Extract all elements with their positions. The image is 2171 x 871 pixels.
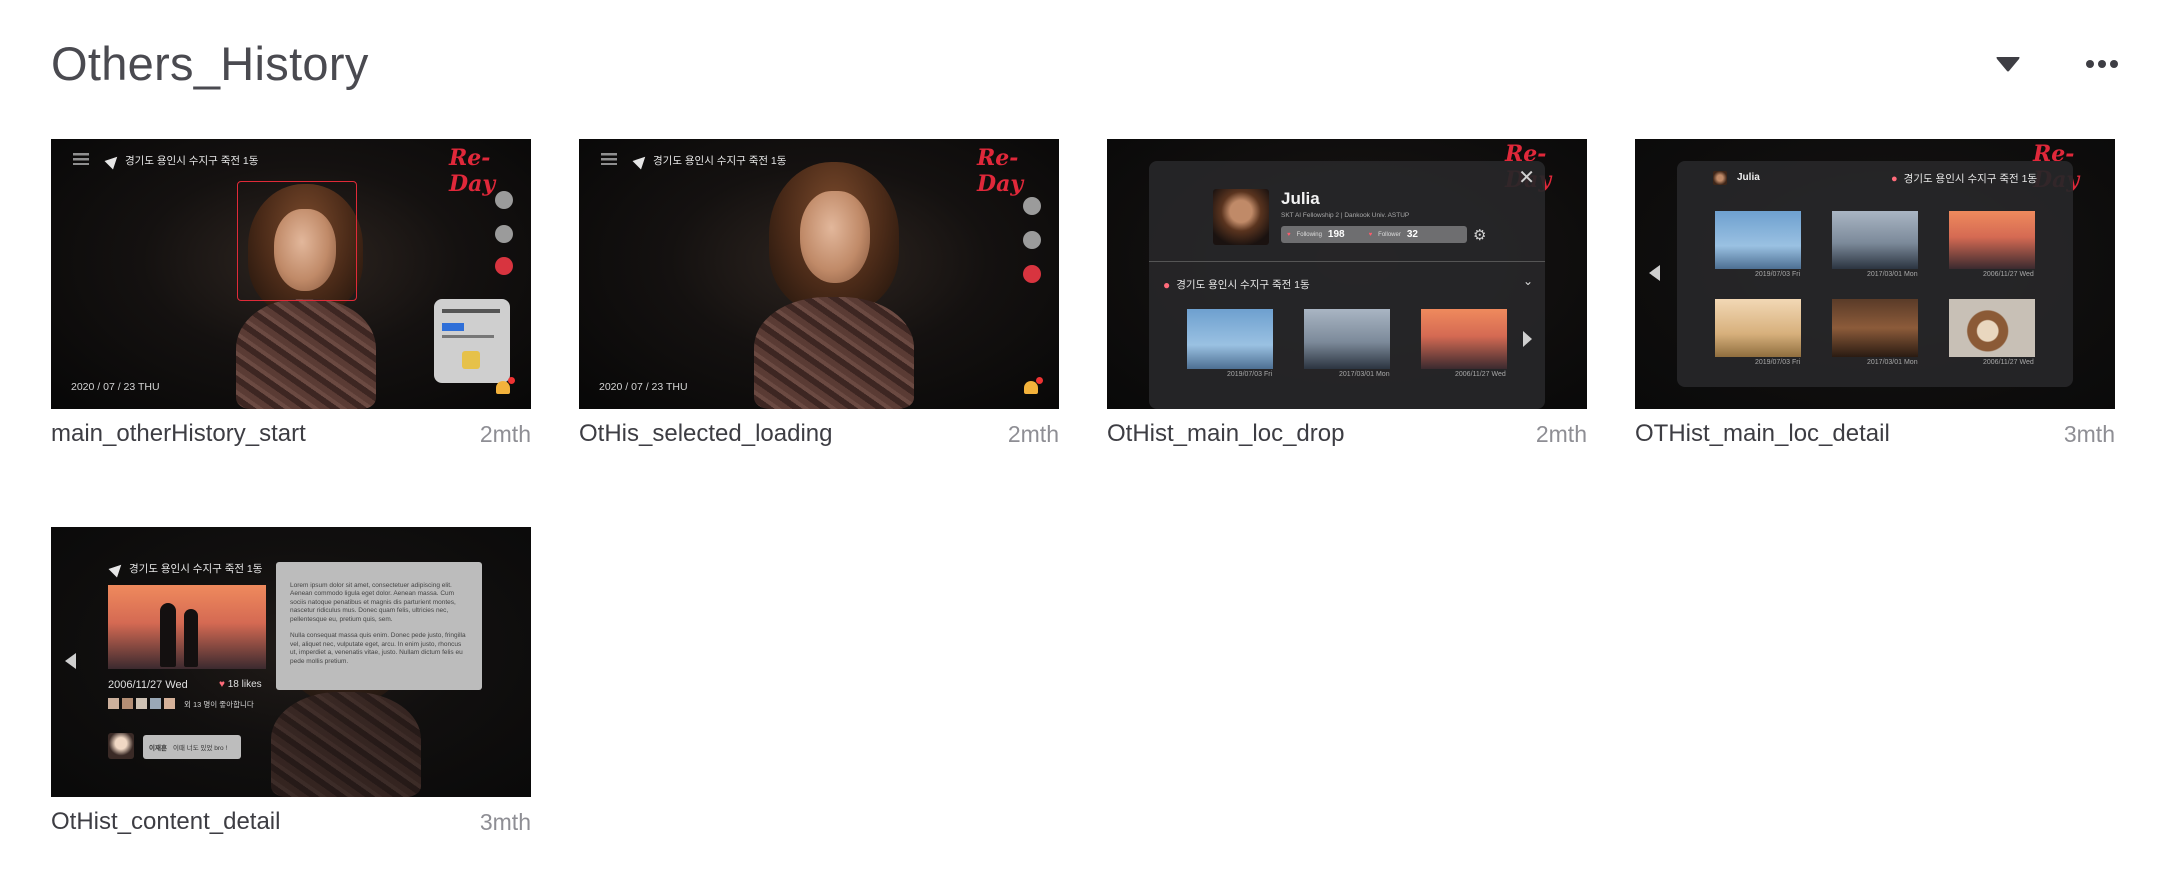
history-photo[interactable] bbox=[1304, 309, 1390, 369]
bell-icon bbox=[1024, 381, 1038, 394]
brand-logo: Re-Day bbox=[977, 145, 1024, 197]
caret-down-button[interactable] bbox=[1988, 44, 2028, 84]
notification-popup bbox=[434, 299, 510, 383]
profile-subtitle: SKT AI Fellowship 2 | Dankook Univ. ASTU… bbox=[1281, 212, 1410, 219]
commenter-avatar bbox=[108, 733, 134, 759]
date-label: 2020 / 07 / 23 THU bbox=[71, 381, 160, 393]
caret-down-icon bbox=[1996, 57, 2020, 72]
map-pin-icon: ● bbox=[1163, 277, 1171, 292]
chat-icon bbox=[1023, 231, 1041, 249]
liker-avatars bbox=[108, 698, 175, 709]
user-name: Julia bbox=[1737, 172, 1760, 183]
navigation-arrow-icon bbox=[108, 560, 126, 577]
history-photo[interactable] bbox=[1715, 299, 1801, 357]
frame-name[interactable]: OTHist_main_loc_detail bbox=[1635, 420, 1890, 448]
frame-age: 3mth bbox=[2063, 420, 2115, 447]
frame-thumbnail[interactable]: Re-Day Julia ● 경기도 용인시 수지구 죽전 1동 2019/07… bbox=[1635, 139, 2115, 409]
frame-age: 3mth bbox=[479, 808, 531, 835]
next-arrow-icon[interactable] bbox=[1523, 331, 1532, 347]
chevron-down-icon[interactable]: ⌄ bbox=[1523, 274, 1533, 288]
profile-panel: ✕ Julia SKT AI Fellowship 2 | Dankook Un… bbox=[1149, 161, 1545, 409]
frame-age: 2mth bbox=[479, 420, 531, 447]
menu-icon bbox=[73, 153, 89, 165]
content-photo bbox=[108, 585, 266, 669]
frame-card[interactable]: 경기도 용인시 수지구 죽전 1동 Re-Day 2020 / 07 / 23 … bbox=[51, 139, 531, 459]
notification-dot bbox=[508, 377, 515, 384]
frame-name[interactable]: main_otherHistory_start bbox=[51, 420, 306, 448]
brand-logo: Re-Day bbox=[449, 145, 496, 197]
location-detail-panel: Julia ● 경기도 용인시 수지구 죽전 1동 2019/07/03 Fri… bbox=[1677, 161, 2073, 387]
bell-icon bbox=[496, 381, 510, 394]
frame-thumbnail[interactable]: 경기도 용인시 수지구 죽전 1동 Re-Day 2020 / 07 / 23 … bbox=[579, 139, 1059, 409]
frame-thumbnail[interactable]: Re-Day ✕ Julia SKT AI Fellowship 2 | Dan… bbox=[1107, 139, 1587, 409]
settings-gear-icon[interactable]: ⚙ bbox=[1473, 226, 1486, 244]
location-row: 경기도 용인시 수지구 죽전 1동 bbox=[632, 152, 786, 169]
menu-icon bbox=[601, 153, 617, 165]
location-row: 경기도 용인시 수지구 죽전 1동 bbox=[108, 560, 262, 577]
history-photo[interactable] bbox=[1421, 309, 1507, 369]
history-photo[interactable] bbox=[1949, 299, 2035, 357]
history-photo[interactable] bbox=[1715, 211, 1801, 269]
profile-avatar bbox=[1213, 189, 1269, 245]
history-photo[interactable] bbox=[1832, 211, 1918, 269]
portrait-image bbox=[754, 157, 914, 409]
comment-bubble: 이재훈 이때 너도 있었 bro ! bbox=[143, 735, 241, 759]
prev-arrow-icon[interactable] bbox=[65, 653, 76, 669]
frame-thumbnail[interactable]: 경기도 용인시 수지구 죽전 1동 2006/11/27 Wed ♥ 18 li… bbox=[51, 527, 531, 797]
camera-icon bbox=[1023, 197, 1041, 215]
location-row[interactable]: ● 경기도 용인시 수지구 죽전 1동 bbox=[1163, 277, 1310, 292]
date-label: 2020 / 07 / 23 THU bbox=[599, 381, 688, 393]
frame-card[interactable]: 경기도 용인시 수지구 죽전 1동 2006/11/27 Wed ♥ 18 li… bbox=[51, 527, 531, 847]
likes-row[interactable]: ♥ 18 likes bbox=[219, 679, 262, 690]
navigation-arrow-icon bbox=[632, 152, 650, 169]
close-icon[interactable]: ✕ bbox=[1518, 165, 1535, 190]
frame-age: 2mth bbox=[1007, 420, 1059, 447]
frame-card[interactable]: Re-Day ✕ Julia SKT AI Fellowship 2 | Dan… bbox=[1107, 139, 1587, 459]
face-detect-box bbox=[237, 181, 357, 301]
map-pin-icon: ● bbox=[1891, 172, 1898, 185]
frame-card[interactable]: Re-Day Julia ● 경기도 용인시 수지구 죽전 1동 2019/07… bbox=[1635, 139, 2115, 459]
profile-name: Julia bbox=[1281, 189, 1320, 208]
liked-by-text: 외 13 명이 좋아합니다 bbox=[184, 700, 254, 709]
frame-name[interactable]: OtHist_content_detail bbox=[51, 808, 280, 836]
camera-icon bbox=[495, 191, 513, 209]
image-icon bbox=[1023, 265, 1041, 283]
location-row: ● 경기도 용인시 수지구 죽전 1동 bbox=[1891, 172, 2038, 186]
history-photo[interactable] bbox=[1187, 309, 1273, 369]
frame-card[interactable]: 경기도 용인시 수지구 죽전 1동 Re-Day 2020 / 07 / 23 … bbox=[579, 139, 1059, 459]
more-options-button[interactable] bbox=[2080, 44, 2124, 84]
content-text-panel: Lorem ipsum dolor sit amet, consectetuer… bbox=[276, 562, 482, 690]
location-row: 경기도 용인시 수지구 죽전 1동 bbox=[104, 152, 258, 169]
content-date: 2006/11/27 Wed bbox=[108, 679, 188, 691]
image-icon bbox=[495, 257, 513, 275]
page-title: Others_History bbox=[51, 37, 369, 90]
frame-age: 2mth bbox=[1535, 420, 1587, 447]
follow-stats: ♥ Following 198 ♥ Follower 32 bbox=[1281, 226, 1467, 243]
frame-name[interactable]: OtHist_main_loc_drop bbox=[1107, 420, 1344, 448]
frame-name[interactable]: OtHis_selected_loading bbox=[579, 420, 833, 448]
user-avatar bbox=[1713, 171, 1727, 185]
more-horizontal-icon bbox=[2086, 60, 2118, 68]
history-photo[interactable] bbox=[1949, 211, 2035, 269]
history-photo[interactable] bbox=[1832, 299, 1918, 357]
chat-icon bbox=[495, 225, 513, 243]
prev-arrow-icon[interactable] bbox=[1649, 265, 1660, 281]
notification-dot bbox=[1036, 377, 1043, 384]
heart-icon: ♥ bbox=[219, 679, 225, 690]
navigation-arrow-icon bbox=[104, 152, 122, 169]
frame-thumbnail[interactable]: 경기도 용인시 수지구 죽전 1동 Re-Day 2020 / 07 / 23 … bbox=[51, 139, 531, 409]
